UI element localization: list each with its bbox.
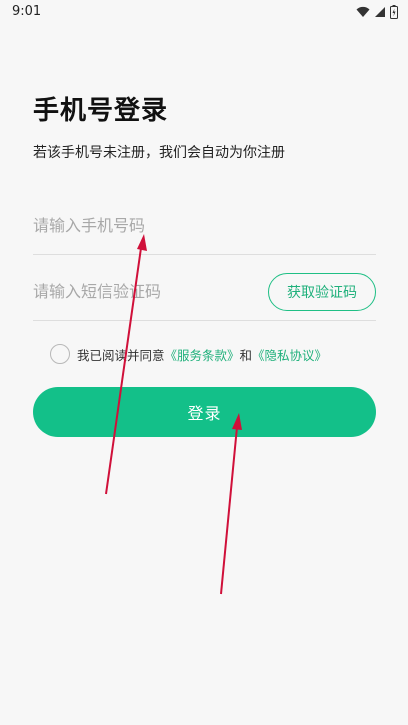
- status-icons: [356, 5, 398, 19]
- signal-icon: [374, 6, 386, 18]
- agreement-checkbox[interactable]: [50, 344, 70, 364]
- page-subtitle: 若该手机号未注册，我们会自动为你注册: [33, 145, 285, 161]
- terms-link[interactable]: 《服务条款》: [165, 345, 240, 364]
- login-button[interactable]: 登录: [33, 387, 376, 437]
- privacy-link[interactable]: 《隐私协议》: [252, 345, 327, 364]
- get-code-button[interactable]: 获取验证码: [268, 273, 376, 311]
- status-time: 9:01: [12, 4, 42, 19]
- agreement-and: 和: [239, 347, 253, 363]
- phone-field: [33, 196, 376, 255]
- annotation-arrow-login: [220, 413, 242, 595]
- battery-charging-icon: [390, 5, 398, 19]
- status-bar: 9:01: [0, 0, 408, 24]
- page-title: 手机号登录: [33, 96, 169, 126]
- phone-input[interactable]: [33, 196, 376, 254]
- agreement-row: 我已阅读并同意 《服务条款》 和 《隐私协议》: [50, 342, 327, 366]
- agreement-prefix: 我已阅读并同意: [77, 347, 165, 363]
- wifi-icon: [356, 6, 370, 18]
- sms-code-field: 获取验证码: [33, 262, 376, 321]
- sms-code-input[interactable]: [33, 262, 253, 320]
